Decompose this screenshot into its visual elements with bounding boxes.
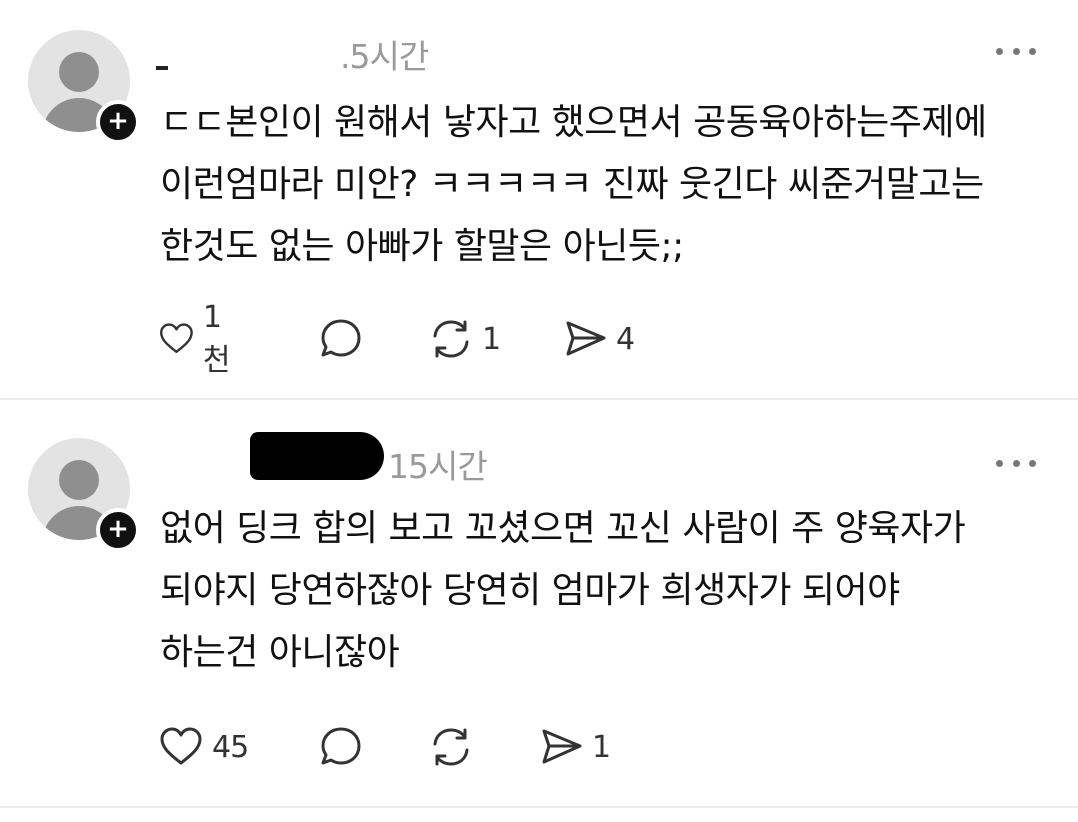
post-2: + 15시간 없어 딩크 합의 보고 꼬셨으면 꼬신 사람이 주 양육자가 되야… [0, 400, 1078, 808]
content-line: 이런엄마라 미안? ㅋㅋㅋㅋㅋ 진짜 웃긴다 씨준거말고는 [160, 164, 984, 205]
comment-button[interactable] [318, 316, 372, 362]
like-count: 1천 [202, 299, 231, 378]
share-button[interactable]: 4 [562, 316, 635, 362]
content-line: 되야지 당연하잖아 당연히 엄마가 희생자가 되어야 [160, 570, 900, 611]
comment-button[interactable] [318, 724, 372, 770]
share-count: 4 [616, 321, 635, 357]
share-count: 1 [592, 729, 611, 765]
send-icon [566, 321, 606, 356]
heart-icon [160, 323, 193, 354]
like-count: 45 [212, 729, 249, 765]
avatar-head [59, 52, 99, 92]
repost-button[interactable]: 1 [428, 316, 501, 362]
username-redacted[interactable] [250, 432, 384, 480]
share-button[interactable]: 1 [538, 724, 611, 770]
timestamp: .5시간 [340, 37, 429, 76]
comment-icon [321, 319, 361, 357]
content-line: 없어 딩크 합의 보고 꼬셨으면 꼬신 사람이 주 양육자가 [160, 508, 966, 549]
content-line: ㄷㄷ본인이 원해서 낳자고 했으면서 공동육아하는주제에 [160, 102, 987, 143]
send-icon [542, 729, 582, 764]
plus-icon: + [107, 514, 129, 544]
repost-count: 1 [482, 321, 501, 357]
follow-button[interactable]: + [96, 508, 140, 552]
heart-icon [160, 727, 202, 765]
plus-icon: + [107, 106, 129, 136]
repost-icon [433, 320, 469, 358]
follow-button[interactable]: + [96, 100, 140, 144]
username-remnant [156, 66, 168, 70]
content-line: 하는건 아니잖아 [160, 632, 400, 673]
more-icon[interactable] [996, 460, 1036, 470]
comment-icon [321, 727, 361, 765]
post-content: ㄷㄷ본인이 원해서 낳자고 했으면서 공동육아하는주제에 이런엄마라 미안? ㅋ… [160, 92, 1058, 278]
content-line: 한것도 없는 아빠가 할말은 아닌듯;; [160, 226, 684, 267]
repost-icon [433, 728, 469, 766]
username-redacted[interactable] [150, 34, 340, 78]
repost-button[interactable] [428, 724, 482, 770]
more-icon[interactable] [996, 48, 1036, 58]
avatar-head [59, 460, 99, 500]
timestamp: 15시간 [388, 447, 488, 486]
like-button[interactable]: 1천 [158, 300, 239, 378]
post-1: + .5시간 ㄷㄷ본인이 원해서 낳자고 했으면서 공동육아하는주제에 이런엄마… [0, 0, 1078, 400]
like-button[interactable]: 45 [158, 724, 249, 770]
post-content: 없어 딩크 합의 보고 꼬셨으면 꼬신 사람이 주 양육자가 되야지 당연하잖아… [160, 498, 1058, 684]
